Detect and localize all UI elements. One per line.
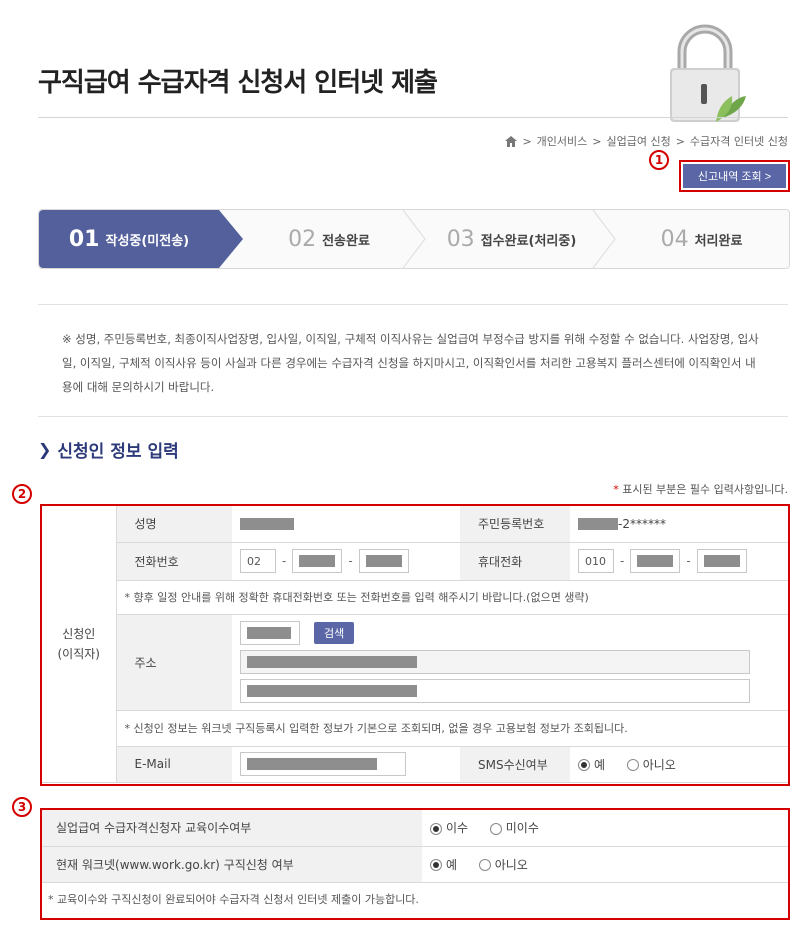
mobile-prefix-input[interactable]: 010	[578, 549, 614, 573]
redacted-mobile	[703, 555, 740, 567]
redacted-address	[247, 656, 417, 668]
redacted-address	[247, 685, 417, 697]
phone-last-input[interactable]	[358, 549, 409, 573]
progress-steps: 01 작성중(미전송) 02 전송완료 03 접수완료(처리중) 04 처리완료	[38, 209, 790, 269]
breadcrumb-item[interactable]: 실업급여 신청	[606, 133, 670, 149]
phone-note: * 향후 일정 안내를 위해 정확한 휴대전화번호 또는 전화번호를 입력 해주…	[116, 580, 788, 615]
step-number: 02	[288, 226, 317, 252]
step-number: 04	[660, 226, 689, 252]
address-fields: 검색	[232, 614, 788, 711]
rrn-value: -2******	[570, 506, 788, 543]
step-label: 접수완료(처리중)	[480, 233, 577, 249]
redacted-phone	[299, 555, 336, 567]
address-line1-input[interactable]	[240, 650, 750, 674]
divider	[38, 416, 788, 417]
breadcrumb-separator: >	[592, 134, 602, 148]
step-4: 04 처리완료	[614, 210, 789, 268]
annotation-marker-2: 2	[12, 484, 32, 504]
info-note: * 신청인 정보는 워크넷 구직등록시 입력한 정보가 기본으로 조회되며, 없…	[116, 710, 788, 747]
name-label: 성명	[116, 506, 232, 543]
redacted-mobile	[637, 555, 674, 567]
breadcrumb-item[interactable]: 수급자격 인터넷 신청	[690, 133, 788, 149]
redacted-postcode	[247, 627, 291, 639]
education-question: 실업급여 수급자격신청자 교육이수여부	[42, 810, 422, 847]
phone-area-input[interactable]: 02	[240, 549, 276, 573]
group-label-line: 신청인	[62, 626, 96, 641]
job-no-radio[interactable]	[478, 859, 491, 871]
step-number: 03	[446, 226, 475, 252]
section-title: ❯ 신청인 정보 입력	[38, 437, 179, 462]
postcode-input[interactable]	[240, 621, 300, 645]
education-table: 실업급여 수급자격신청자 교육이수여부 이수 미이수 현재 워크넷(www.wo…	[42, 810, 788, 916]
education-notdone-label: 미이수	[505, 821, 539, 836]
education-options: 이수 미이수	[422, 810, 788, 847]
notice-text: ※ 성명, 주민등록번호, 최종이직사업장명, 입사일, 이직일, 구체적 이직…	[62, 332, 759, 394]
step-3: 03 접수완료(처리중)	[419, 210, 604, 268]
sms-label: SMS수신여부	[460, 746, 570, 783]
chevron-right-icon: ❯	[38, 440, 52, 459]
sms-no-label: 아니오	[642, 757, 676, 772]
padlock-icon	[670, 24, 746, 122]
redacted-phone	[365, 555, 402, 567]
required-star: *	[613, 483, 619, 496]
email-input[interactable]	[240, 752, 406, 776]
inquiry-button[interactable]: 신고내역 조회 >	[683, 164, 786, 188]
address-label: 주소	[116, 614, 232, 711]
education-notdone-radio[interactable]	[489, 822, 502, 835]
group-label-line: (이직자)	[57, 646, 100, 661]
email-cell	[232, 746, 460, 783]
sms-yes-label: 예	[594, 757, 606, 772]
phone-middle-input[interactable]	[292, 549, 343, 573]
section-title-text: 신청인 정보 입력	[57, 442, 179, 462]
job-yes-radio[interactable]	[430, 859, 442, 871]
step-1: 01 작성중(미전송)	[39, 210, 219, 268]
step-label: 처리완료	[694, 233, 743, 249]
name-value	[232, 506, 460, 543]
mobile-last-input[interactable]	[696, 549, 747, 573]
job-application-options: 예 아니오	[422, 846, 788, 883]
email-label: E-Mail	[116, 746, 232, 783]
sms-options: 예 아니오	[570, 746, 788, 783]
annotation-marker-1: 1	[649, 150, 669, 170]
education-done-radio[interactable]	[430, 822, 442, 835]
rrn-label: 주민등록번호	[460, 506, 570, 543]
annotation-marker-3: 3	[12, 797, 32, 817]
divider	[38, 304, 788, 305]
education-note: * 교육이수와 구직신청이 완료되어야 수급자격 신청서 인터넷 제출이 가능합…	[48, 893, 419, 907]
applicant-info-table: 신청인 (이직자) 성명 주민등록번호 -2****** 전화번호 02- - 휴…	[42, 506, 788, 783]
education-done-label: 이수	[446, 821, 469, 836]
title-divider	[38, 117, 788, 118]
step-label: 작성중(미전송)	[105, 233, 190, 249]
applicant-group-label: 신청인 (이직자)	[42, 506, 117, 783]
address-search-button[interactable]: 검색	[314, 622, 355, 644]
address-line2-input[interactable]	[240, 679, 750, 703]
step-number: 01	[68, 226, 100, 252]
mobile-label: 휴대전화	[460, 542, 570, 581]
breadcrumb-separator: >	[522, 134, 532, 148]
job-no-label: 아니오	[494, 857, 528, 872]
mobile-middle-input[interactable]	[630, 549, 681, 573]
home-icon[interactable]	[505, 135, 518, 147]
redacted-email	[247, 758, 377, 770]
redacted-name	[240, 518, 294, 531]
required-note-text: 표시된 부분은 필수 입력사항입니다.	[622, 483, 788, 496]
breadcrumb-separator: >	[675, 134, 685, 148]
sms-no-radio[interactable]	[626, 759, 639, 771]
mobile-inputs: 010- -	[570, 542, 788, 581]
breadcrumb-item[interactable]: 개인서비스	[537, 133, 588, 149]
sms-yes-radio[interactable]	[578, 759, 590, 771]
phone-inputs: 02- -	[232, 542, 460, 581]
breadcrumb: > 개인서비스 > 실업급여 신청 > 수급자격 인터넷 신청	[505, 133, 788, 149]
job-yes-label: 예	[446, 857, 458, 872]
page-title: 구직급여 수급자격 신청서 인터넷 제출	[38, 68, 438, 98]
required-note: * 표시된 부분은 필수 입력사항입니다.	[613, 481, 788, 497]
phone-label: 전화번호	[116, 542, 232, 581]
redacted-rrn	[578, 518, 618, 531]
rrn-suffix: -2******	[618, 516, 666, 531]
job-application-question: 현재 워크넷(www.work.go.kr) 구직신청 여부	[42, 846, 422, 883]
step-label: 전송완료	[322, 233, 370, 249]
step-2: 02 전송완료	[244, 210, 414, 268]
